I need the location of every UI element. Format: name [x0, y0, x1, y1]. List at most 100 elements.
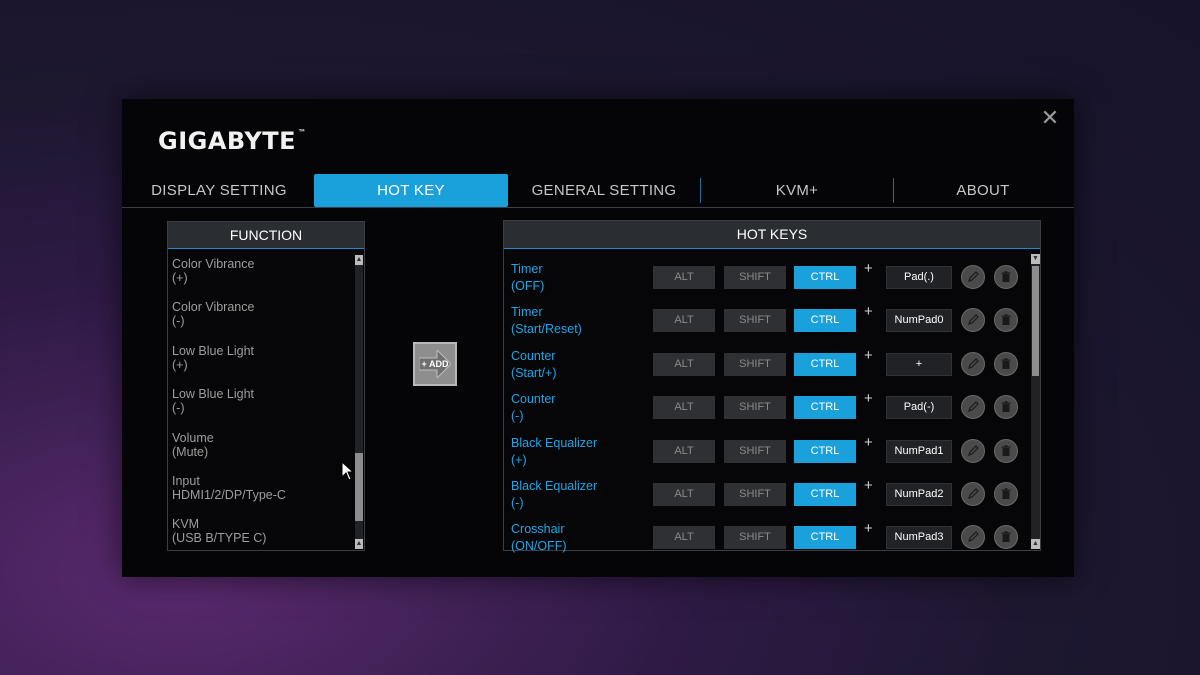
- tab-bar: DISPLAY SETTING HOT KEY GENERAL SETTING …: [122, 174, 1074, 208]
- function-item-sub: (-): [172, 314, 185, 329]
- function-item-title: Low Blue Light: [172, 343, 255, 358]
- function-scrollbar[interactable]: ▲ ▲: [355, 255, 363, 549]
- delete-button[interactable]: [994, 395, 1018, 420]
- alt-key-button[interactable]: ALT: [653, 396, 715, 420]
- shift-key-button[interactable]: SHIFT: [724, 266, 786, 289]
- tab-kvm[interactable]: KVM+: [742, 174, 852, 207]
- ctrl-key-button[interactable]: CTRL: [794, 483, 856, 506]
- shift-key-button[interactable]: SHIFT: [724, 483, 786, 506]
- alt-key-button[interactable]: ALT: [653, 483, 715, 506]
- alt-key-button[interactable]: ALT: [653, 352, 715, 376]
- alt-key-button[interactable]: ALT: [653, 439, 715, 463]
- hotkey-name-line1: Timer: [511, 262, 543, 276]
- hotkey-function-name[interactable]: Black Equalizer (+): [511, 435, 597, 469]
- hotkey-row: Timer (OFF) ALT SHIFT CTRL + Pad(.): [504, 253, 1028, 296]
- delete-button[interactable]: [994, 482, 1018, 506]
- scroll-down-icon[interactable]: ▲: [355, 539, 363, 549]
- hotkey-name-line2: (+): [511, 452, 527, 467]
- shift-key-button[interactable]: SHIFT: [724, 309, 786, 333]
- ctrl-key-button[interactable]: CTRL: [794, 309, 856, 333]
- shift-key-button[interactable]: SHIFT: [724, 526, 786, 550]
- scroll-thumb[interactable]: [355, 453, 363, 521]
- shift-key-button[interactable]: SHIFT: [724, 396, 786, 420]
- pencil-icon: [968, 444, 979, 456]
- hotkey-function-name[interactable]: Timer (OFF): [511, 261, 544, 295]
- hotkey-function-name[interactable]: Timer (Start/Reset): [511, 304, 582, 338]
- hotkeys-scrollbar[interactable]: ▼ ▲: [1031, 254, 1040, 549]
- alt-key-button[interactable]: ALT: [653, 266, 715, 289]
- key-field[interactable]: +: [886, 352, 952, 376]
- key-field[interactable]: Pad(.): [886, 266, 952, 289]
- ctrl-key-button[interactable]: CTRL: [794, 266, 856, 289]
- hotkey-function-name[interactable]: Counter (Start/+): [511, 348, 557, 382]
- function-item[interactable]: Low Blue Light (-): [172, 385, 352, 428]
- tab-separator: [893, 178, 894, 203]
- edit-button[interactable]: [961, 308, 985, 333]
- tab-hot-key[interactable]: HOT KEY: [314, 174, 508, 207]
- hotkey-name-line1: Black Equalizer: [511, 479, 598, 493]
- key-field[interactable]: NumPad3: [886, 526, 952, 550]
- hotkey-name-line2: (Start/+): [511, 365, 557, 380]
- hotkey-name-line2: (-): [511, 496, 524, 510]
- function-item-title: Input: [172, 473, 200, 488]
- shift-key-button[interactable]: SHIFT: [724, 352, 786, 376]
- scroll-thumb[interactable]: [1032, 266, 1039, 376]
- delete-button[interactable]: [994, 525, 1018, 550]
- alt-key-button[interactable]: ALT: [653, 526, 715, 550]
- alt-key-button[interactable]: ALT: [653, 309, 715, 333]
- ctrl-key-button[interactable]: CTRL: [794, 526, 856, 550]
- key-field[interactable]: Pad(-): [886, 396, 952, 420]
- scroll-down-icon[interactable]: ▲: [1031, 539, 1040, 549]
- edit-button[interactable]: [961, 395, 985, 420]
- pencil-icon: [968, 531, 979, 543]
- function-item[interactable]: Volume (Mute): [172, 429, 352, 472]
- function-item-title: Volume: [172, 430, 214, 445]
- function-item[interactable]: Color Vibrance (-): [172, 298, 352, 341]
- hotkey-function-name[interactable]: Crosshair (ON/OFF): [511, 521, 567, 555]
- key-field[interactable]: NumPad1: [886, 439, 952, 463]
- function-item[interactable]: KVM (USB B/TYPE C): [172, 515, 352, 558]
- ctrl-key-button[interactable]: CTRL: [794, 439, 856, 463]
- plus-sign: +: [864, 260, 873, 277]
- hotkey-name-line2: (OFF): [511, 279, 545, 293]
- edit-button[interactable]: [961, 525, 985, 550]
- trash-icon: [1001, 314, 1011, 326]
- add-button[interactable]: + ADD: [413, 342, 457, 386]
- edit-button[interactable]: [961, 482, 985, 506]
- function-item[interactable]: Color Vibrance (+): [172, 255, 352, 298]
- tab-about[interactable]: ABOUT: [928, 174, 1038, 207]
- close-button[interactable]: ✕: [1040, 106, 1060, 131]
- key-field[interactable]: NumPad2: [886, 483, 952, 506]
- function-item[interactable]: Low Blue Light (+): [172, 342, 352, 385]
- hotkeys-header: HOT KEYS: [504, 221, 1040, 249]
- close-icon[interactable]: ✕: [1041, 106, 1059, 131]
- hotkey-function-name[interactable]: Black Equalizer (-): [511, 478, 597, 512]
- function-item[interactable]: Input HDMI1/2/DP/Type-C: [172, 472, 352, 515]
- delete-button[interactable]: [994, 308, 1018, 333]
- tab-general-setting[interactable]: GENERAL SETTING: [522, 174, 686, 207]
- delete-button[interactable]: [994, 351, 1018, 376]
- function-item-title: Color Vibrance: [172, 300, 255, 315]
- delete-button[interactable]: [994, 265, 1018, 289]
- ctrl-key-button[interactable]: CTRL: [794, 352, 856, 376]
- hotkey-row: Black Equalizer (+) ALT SHIFT CTRL + NumP…: [504, 427, 1028, 470]
- edit-button[interactable]: [961, 438, 985, 463]
- scroll-up-icon[interactable]: ▼: [1031, 254, 1040, 264]
- function-item-title: Low Blue Light: [172, 387, 255, 402]
- brand-name: GIGABYTE: [158, 127, 297, 155]
- function-header: FUNCTION: [168, 222, 364, 249]
- ctrl-key-button[interactable]: CTRL: [794, 396, 856, 420]
- hotkey-row: Counter (-) ALT SHIFT CTRL + Pad(-): [504, 383, 1028, 426]
- pencil-icon: [968, 357, 979, 369]
- edit-button[interactable]: [961, 265, 985, 289]
- key-field[interactable]: NumPad0: [886, 309, 952, 333]
- gigabyte-logo: GIGABYTE ™: [158, 127, 307, 155]
- hotkey-row: Crosshair (ON/OFF) ALT SHIFT CTRL + NumPa…: [504, 513, 1028, 553]
- scroll-up-icon[interactable]: ▲: [355, 255, 363, 265]
- edit-button[interactable]: [961, 351, 985, 376]
- shift-key-button[interactable]: SHIFT: [724, 439, 786, 463]
- hotkey-name-line1: Timer: [511, 305, 543, 320]
- hotkey-function-name[interactable]: Counter (-): [511, 391, 555, 425]
- delete-button[interactable]: [994, 438, 1018, 463]
- tab-display-setting[interactable]: DISPLAY SETTING: [140, 174, 298, 207]
